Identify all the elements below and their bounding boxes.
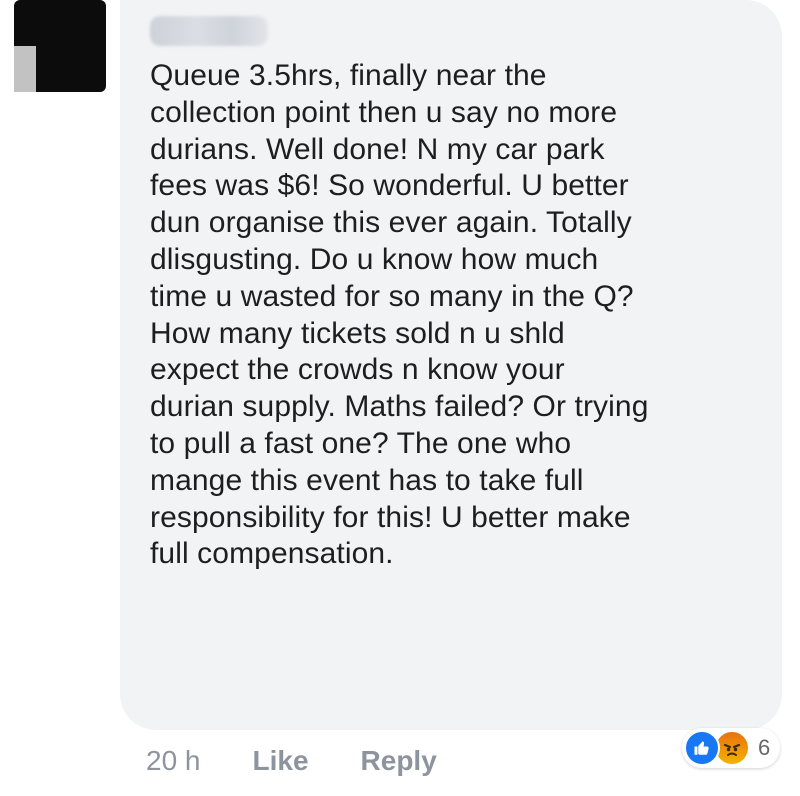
- comment-line: Queue 3.5hrs, finally near the: [150, 59, 547, 92]
- comment-line: durian supply. Maths failed? Or trying: [150, 390, 649, 424]
- comment-line: time u wasted for so many in the Q?: [150, 279, 634, 313]
- comment-line: full compensation.: [150, 537, 394, 571]
- comment-line: mange this event has to take full: [150, 463, 584, 497]
- comment-line: fees was $6! So wonderful. U better: [150, 169, 629, 203]
- comment-actions: 20 h Like Reply: [146, 743, 489, 779]
- avatar[interactable]: [14, 0, 106, 92]
- comment-line: dlisgusting. Do u know how much: [150, 242, 599, 276]
- comment-line: to pull a fast one? The one who: [150, 426, 572, 460]
- comment-line: expect the crowds n know your: [150, 353, 565, 387]
- reaction-count: 6: [758, 735, 771, 760]
- comment-line: dun organise this ever again. Totally: [150, 206, 632, 240]
- comment-line: responsibility for this! U better make: [150, 500, 631, 534]
- comment-screenshot: Queue 3.5hrs, finally near the collectio…: [0, 0, 800, 796]
- like-button[interactable]: Like: [253, 745, 309, 777]
- timestamp[interactable]: 20 h: [146, 745, 201, 777]
- comment-text: Queue 3.5hrs, finally near the collectio…: [150, 58, 760, 573]
- comment-line: collection point then u say no more: [150, 95, 618, 129]
- reply-button[interactable]: Reply: [361, 745, 437, 777]
- author-name-blurred[interactable]: [150, 16, 268, 46]
- comment-line: durians. Well done! N my car park: [150, 132, 605, 166]
- comment-line: How many tickets sold n u shld: [150, 316, 565, 350]
- like-icon: [684, 730, 720, 766]
- reactions-summary[interactable]: 6: [682, 728, 781, 768]
